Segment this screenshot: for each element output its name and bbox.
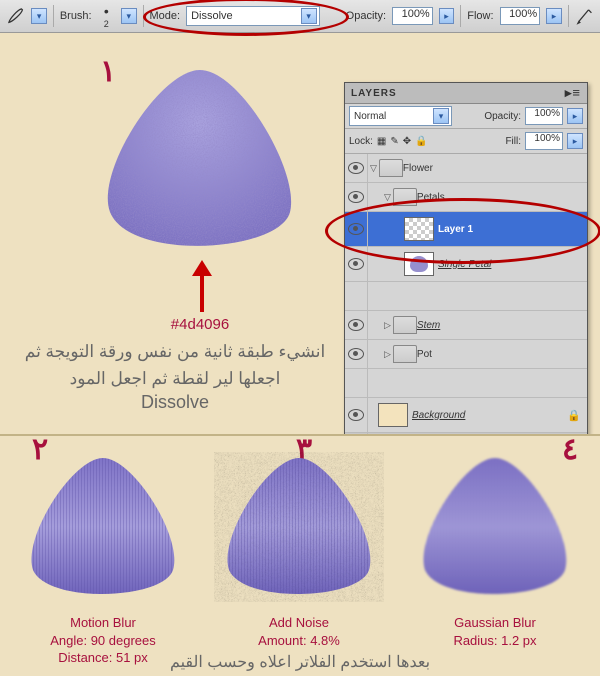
petal-gaussian-blur [410, 452, 580, 602]
visibility-icon[interactable] [348, 319, 364, 331]
petal-add-noise [214, 452, 384, 602]
layer-thumb [378, 403, 408, 427]
panel-title: LAYERS [351, 88, 397, 99]
visibility-icon[interactable] [348, 409, 364, 421]
brush-size-swatch[interactable]: •2 [98, 3, 115, 29]
flow-dropdown[interactable]: ▸ [546, 8, 562, 24]
filter-label-add-noise: Add NoiseAmount: 4.8% [214, 614, 384, 649]
layer-group-pot[interactable]: ▷Pot [345, 340, 587, 369]
filter-label-gaussian-blur: Gaussian BlurRadius: 1.2 px [410, 614, 580, 649]
annotation-circle [143, 0, 349, 36]
visibility-icon[interactable] [348, 162, 364, 174]
visibility-icon[interactable] [348, 191, 364, 203]
brush-dropdown[interactable]: ▾ [121, 8, 137, 24]
panel-opacity-field[interactable]: 100% [525, 107, 563, 125]
folder-icon [379, 159, 403, 177]
layer-list: ▽Flower ▽Petals Layer 1 Single Petal ▷St… [345, 154, 587, 434]
opacity-label: Opacity: [346, 10, 386, 22]
layer-background[interactable]: Background🔒 [345, 398, 587, 433]
petal-motion-blur [18, 452, 188, 602]
annotation-arrow [192, 260, 212, 312]
folder-icon [393, 316, 417, 334]
panel-opacity-dropdown[interactable]: ▸ [567, 108, 583, 124]
hex-code: #4d4096 [100, 316, 300, 333]
layer-group-flower[interactable]: ▽Flower [345, 154, 587, 183]
fill-label: Fill: [505, 136, 521, 147]
panel-opacity-label: Opacity: [484, 111, 521, 122]
lock-all-icon[interactable]: 🔒 [415, 136, 427, 147]
blend-mode-select[interactable]: Normal▾ [349, 106, 452, 126]
layer-group-stem[interactable]: ▷Stem [345, 311, 587, 340]
visibility-icon[interactable] [348, 258, 364, 270]
layer-row-empty[interactable] [345, 282, 587, 311]
panel-tab[interactable]: LAYERS ▸≡ [345, 83, 587, 104]
petal-dissolve [90, 62, 310, 262]
step1-area: ١ #4d4096 انشيء طبقة ثانية من نفس ورقة ا… [0, 32, 600, 434]
fill-dropdown[interactable]: ▸ [567, 133, 583, 149]
lock-icon: 🔒 [567, 409, 581, 422]
lock-paint-icon[interactable]: ✎ [390, 136, 398, 147]
visibility-icon[interactable] [348, 348, 364, 360]
tool-preset-dropdown[interactable]: ▾ [31, 8, 47, 24]
folder-icon [393, 345, 417, 363]
instruction-dissolve: Dissolve [20, 392, 330, 413]
bottom-instruction-arabic: بعدها استخدم الفلاتر اعلاه وحسب القيم [0, 652, 600, 672]
step2-area: ٢ ٣ ٤ Motion BlurAngle: 90 degreesDistan… [0, 434, 600, 676]
opacity-field[interactable]: 100% [392, 7, 433, 25]
annotation-circle [325, 198, 600, 264]
flow-field[interactable]: 100% [500, 7, 541, 25]
airbrush-icon[interactable] [575, 6, 594, 26]
layers-panel: LAYERS ▸≡ Normal▾ Opacity: 100% ▸ Lock: … [344, 82, 588, 458]
fill-field[interactable]: 100% [525, 132, 563, 150]
brush-label: Brush: [60, 10, 92, 22]
flow-label: Flow: [467, 10, 493, 22]
instruction-arabic: انشيء طبقة ثانية من نفس ورقة التويجة ثم … [20, 338, 330, 392]
lock-transparent-icon[interactable]: ▦ [377, 136, 386, 147]
options-bar: ▾ Brush: •2 ▾ Mode: Dissolve▾ Opacity: 1… [0, 0, 600, 33]
tool-brush-icon[interactable] [6, 6, 25, 26]
panel-menu-icon[interactable]: ▸≡ [565, 85, 581, 101]
opacity-dropdown[interactable]: ▸ [439, 8, 455, 24]
lock-move-icon[interactable]: ✥ [403, 136, 411, 147]
layer-row-empty[interactable] [345, 369, 587, 398]
lock-label: Lock: [349, 136, 373, 147]
